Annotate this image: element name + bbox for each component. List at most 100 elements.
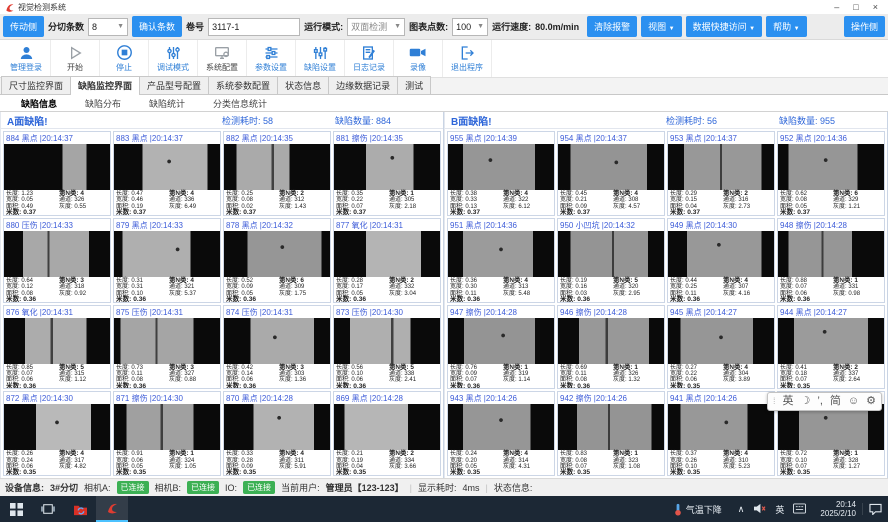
defect-cell[interactable]: 874 压伤 |20:14:31长度: 0.42宽度: 0.14面积: 0.06… <box>223 305 331 390</box>
weather-widget[interactable]: 气温下降 <box>666 503 730 516</box>
status-info-label: 状态信息: <box>494 481 533 494</box>
defect-class-info: 第N类: 4通道: 307灰度: 4.16 <box>723 278 772 303</box>
defect-panels: A面缺陷!检测耗时: 58缺陷数量: 884884 黑点 |20:14:37长度… <box>0 111 888 478</box>
input-language-indicator[interactable]: 英 <box>775 503 784 516</box>
view-menu-button[interactable]: 视图 ▼ <box>641 16 681 37</box>
defect-measures: 长度: 0.45宽度: 0.21面积: 0.09米数: 0.37 <box>560 191 613 216</box>
info-line-gray: 灰度: 3.89 <box>723 377 772 383</box>
defect-cell[interactable]: 878 黑点 |20:14:32长度: 0.52宽度: 0.09面积: 0.05… <box>223 218 331 303</box>
sub-tab-3[interactable]: 缺陷统计 <box>136 96 198 111</box>
defect-cell[interactable]: 948 擦伤 |20:14:28长度: 0.88宽度: 0.07面积: 0.06… <box>777 218 885 303</box>
defect-cell[interactable]: 869 黑点 |20:14:28长度: 0.21宽度: 0.19面积: 0.04… <box>333 391 441 476</box>
defect-image <box>778 318 884 364</box>
defect-image <box>558 231 664 277</box>
sub-tab-2[interactable]: 缺陷分布 <box>72 96 134 111</box>
defect-cell[interactable]: 947 擦伤 |20:14:28长度: 0.76宽度: 0.09面积: 0.07… <box>447 305 555 390</box>
current-user-value: 管理员【123-123】 <box>326 481 404 494</box>
chart-points-select[interactable]: 100▼ <box>452 18 488 36</box>
roll-no-input[interactable]: 3117-1 <box>208 18 300 36</box>
defect-cell[interactable]: 877 氧化 |20:14:31长度: 0.28宽度: 0.17面积: 0.05… <box>333 218 441 303</box>
ime-punct-icon[interactable]: ’, <box>817 393 823 410</box>
run-mode-select[interactable]: 双面检测▼ <box>347 18 405 36</box>
action-button-defect[interactable]: 缺陷设置 <box>296 40 345 77</box>
volume-icon[interactable] <box>753 503 766 516</box>
action-button-play[interactable]: 开始 <box>51 40 100 77</box>
sub-tab-4[interactable]: 分类信息统计 <box>200 96 280 111</box>
main-tab-3[interactable]: 产品型号配置 <box>139 76 209 94</box>
ime-moon-icon[interactable]: ☽ <box>801 393 811 410</box>
main-tab-bar: 尺寸监控界面缺陷监控界面产品型号配置系统参数配置状态信息边缘数据记录测试 <box>0 78 888 95</box>
main-tab-7[interactable]: 测试 <box>397 76 431 94</box>
ime-keyboard-icon[interactable] <box>793 503 806 516</box>
main-tab-5[interactable]: 状态信息 <box>277 76 329 94</box>
ime-simplified[interactable]: 简 <box>830 393 841 410</box>
defect-cell[interactable]: 882 黑点 |20:14:35长度: 0.25宽度: 0.08面积: 0.02… <box>223 131 331 216</box>
taskbar-app-sync[interactable] <box>64 496 96 522</box>
defect-cell[interactable]: 880 压伤 |20:14:33长度: 0.64宽度: 0.12面积: 0.08… <box>3 218 111 303</box>
sub-tab-1[interactable]: 缺陷信息 <box>8 96 70 111</box>
close-button[interactable]: × <box>873 1 878 13</box>
defect-cell[interactable]: 951 黑点 |20:14:36长度: 0.36宽度: 0.30面积: 0.11… <box>447 218 555 303</box>
defect-cell[interactable]: 949 黑点 |20:14:30长度: 0.44宽度: 0.25面积: 0.11… <box>667 218 775 303</box>
defect-cell[interactable]: 876 氧化 |20:14:31长度: 0.85宽度: 0.07面积: 0.06… <box>3 305 111 390</box>
confirm-count-button[interactable]: 确认条数 <box>132 16 182 37</box>
ime-lang-en[interactable]: 英 <box>783 393 794 410</box>
action-button-debug[interactable]: 调试模式 <box>149 40 198 77</box>
action-button-params[interactable]: 参数设置 <box>247 40 296 77</box>
defect-cell[interactable]: 946 擦伤 |20:14:28长度: 0.69宽度: 0.11面积: 0.08… <box>557 305 665 390</box>
task-view-button[interactable] <box>32 496 64 522</box>
operate-side-button[interactable]: 操作侧 <box>844 16 885 37</box>
defect-cell[interactable]: 941 黑点 |20:14:26长度: 0.37宽度: 0.26面积: 0.10… <box>667 391 775 476</box>
minimize-button[interactable]: – <box>834 1 839 13</box>
defect-cell[interactable]: 952 黑点 |20:14:36长度: 0.62宽度: 0.08面积: 0.05… <box>777 131 885 216</box>
ime-emoji-icon[interactable]: ☺ <box>848 393 859 410</box>
defect-cell[interactable]: 870 黑点 |20:14:28长度: 0.33宽度: 0.28面积: 0.09… <box>223 391 331 476</box>
taskbar-clock[interactable]: 20:14 2025/2/10 <box>814 500 862 518</box>
action-button-log[interactable]: 日志记录 <box>345 40 394 77</box>
action-button-monitor[interactable]: 系统配置 <box>198 40 247 77</box>
slit-count-select[interactable]: 8▼ <box>88 18 128 36</box>
defect-cell[interactable]: 879 黑点 |20:14:33长度: 0.31宽度: 0.31面积: 0.10… <box>113 218 221 303</box>
main-tab-2[interactable]: 缺陷监控界面 <box>70 76 140 95</box>
defect-cell[interactable]: 944 黑点 |20:14:27长度: 0.41宽度: 0.18面积: 0.07… <box>777 305 885 390</box>
drive-side-button[interactable]: 传动侧 <box>3 16 44 37</box>
action-button-exit[interactable]: 退出程序 <box>443 40 492 77</box>
taskbar-app-vision-system[interactable] <box>96 496 128 522</box>
defect-image <box>114 404 220 450</box>
defect-info: 长度: 0.38宽度: 0.33面积: 0.13米数: 0.37第N类: 4通道… <box>448 190 554 216</box>
tray-expand-caret[interactable]: ∧ <box>738 504 745 515</box>
defect-cell[interactable]: 875 压伤 |20:14:31长度: 0.73宽度: 0.11面积: 0.08… <box>113 305 221 390</box>
notification-icon <box>869 503 882 515</box>
clear-alarm-button[interactable]: 清除报警 <box>587 16 637 37</box>
action-button-camera[interactable]: 录像 <box>394 40 443 77</box>
notification-center-button[interactable] <box>862 503 888 515</box>
main-tab-4[interactable]: 系统参数配置 <box>208 76 278 94</box>
start-button[interactable] <box>0 496 32 522</box>
data-quick-access-menu-button[interactable]: 数据快捷访问 ▼ <box>686 16 762 37</box>
defect-cell[interactable]: 943 黑点 |20:14:26长度: 0.24宽度: 0.20面积: 0.05… <box>447 391 555 476</box>
action-button-stop[interactable]: 停止 <box>100 40 149 77</box>
panel-a-defects: A面缺陷!检测耗时: 58缺陷数量: 884884 黑点 |20:14:37长度… <box>0 112 444 478</box>
action-button-user[interactable]: 管理登录 <box>2 40 51 77</box>
info-line-meters: 米数: 0.35 <box>6 470 59 476</box>
defect-cell[interactable]: 955 黑点 |20:14:39长度: 0.38宽度: 0.33面积: 0.13… <box>447 131 555 216</box>
defect-cell[interactable]: 954 黑点 |20:14:37长度: 0.45宽度: 0.21面积: 0.09… <box>557 131 665 216</box>
main-tab-1[interactable]: 尺寸监控界面 <box>1 76 71 94</box>
help-menu-button[interactable]: 帮助 ▼ <box>766 16 806 37</box>
main-tab-6[interactable]: 边缘数据记录 <box>328 76 398 94</box>
defect-cell[interactable]: 881 擦伤 |20:14:35长度: 0.35宽度: 0.22面积: 0.07… <box>333 131 441 216</box>
defect-cell[interactable]: 945 黑点 |20:14:27长度: 0.27宽度: 0.22面积: 0.06… <box>667 305 775 390</box>
maximize-button[interactable]: □ <box>853 1 858 13</box>
defect-cell[interactable]: 884 黑点 |20:14:37长度: 1.23宽度: 0.05面积: 0.49… <box>3 131 111 216</box>
info-line-meters: 米数: 0.36 <box>226 297 279 303</box>
defect-cell[interactable]: 942 擦伤 |20:14:26长度: 0.83宽度: 0.08面积: 0.07… <box>557 391 665 476</box>
defect-cell[interactable]: 871 擦伤 |20:14:30长度: 0.91宽度: 0.06面积: 0.05… <box>113 391 221 476</box>
defect-cell-title: 942 擦伤 |20:14:26 <box>558 392 664 404</box>
defect-measures: 长度: 0.31宽度: 0.31面积: 0.10米数: 0.36 <box>116 278 169 303</box>
defect-cell[interactable]: 883 黑点 |20:14:37长度: 0.47宽度: 0.46面积: 0.19… <box>113 131 221 216</box>
defect-cell[interactable]: 872 黑点 |20:14:30长度: 0.26宽度: 0.24面积: 0.06… <box>3 391 111 476</box>
defect-cell[interactable]: 873 压伤 |20:14:30长度: 0.56宽度: 0.10面积: 0.06… <box>333 305 441 390</box>
defect-cell[interactable]: 953 黑点 |20:14:37长度: 0.29宽度: 0.15面积: 0.04… <box>667 131 775 216</box>
ime-settings-icon[interactable]: ⚙ <box>866 393 876 410</box>
defect-cell[interactable]: 950 小凹坑 |20:14:32长度: 0.19宽度: 0.16面积: 0.0… <box>557 218 665 303</box>
